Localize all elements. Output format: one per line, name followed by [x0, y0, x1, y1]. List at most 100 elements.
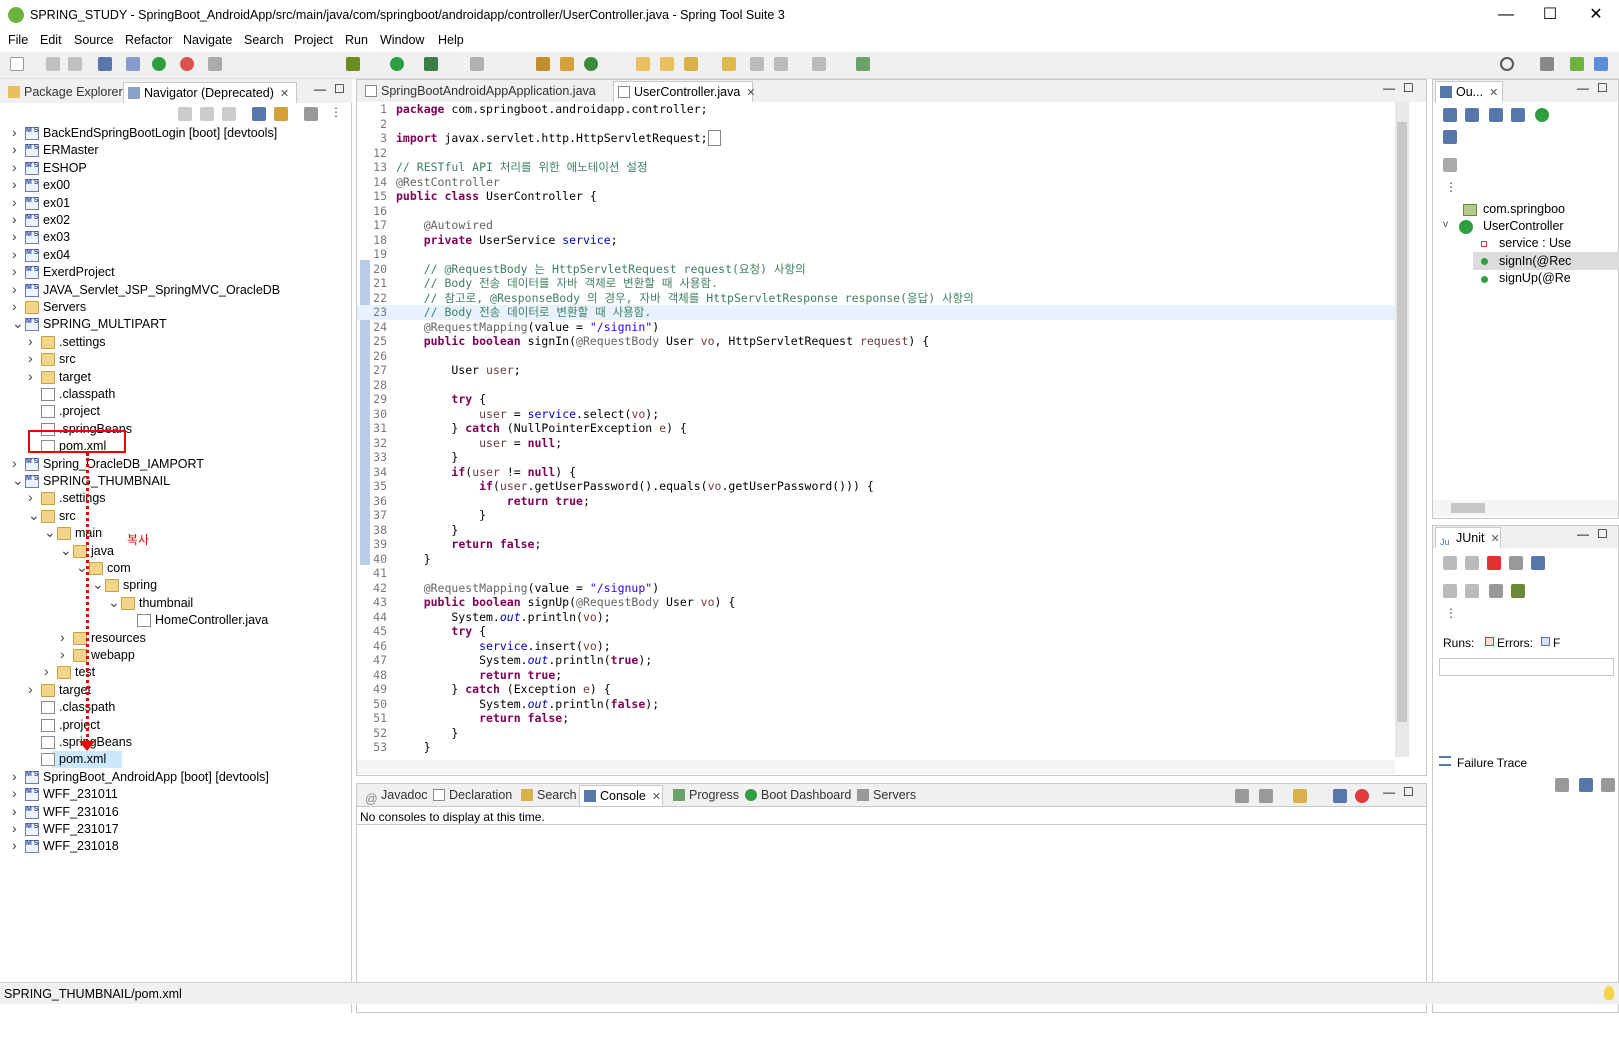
tab-outline[interactable]: Ou... ✕	[1435, 81, 1503, 102]
code-line[interactable]: 43 public boolean signUp(@RequestBody Us…	[357, 595, 1397, 610]
clear-console-icon[interactable]	[1355, 789, 1369, 803]
prev-failure-icon[interactable]	[1465, 556, 1479, 570]
chevron-right-icon[interactable]: ›	[28, 490, 38, 505]
chevron-down-icon[interactable]: ⌄	[108, 594, 120, 610]
code-line[interactable]: 15 public class UserController {	[357, 189, 1397, 204]
tree-item[interactable]: ⌄ thumbnail	[0, 594, 350, 612]
code-editor[interactable]: SpringBootAndroidAppApplication.java Use…	[356, 79, 1427, 776]
outline-hscroll[interactable]	[1433, 500, 1618, 516]
outline-class[interactable]: UserController	[1483, 219, 1564, 233]
horizontal-scrollbar[interactable]	[357, 760, 1395, 774]
code-line[interactable]: 48 return true;	[357, 668, 1397, 683]
maximize-outline-icon[interactable]: ☐	[1597, 81, 1608, 95]
code-line[interactable]: 31 } catch (NullPointerException e) {	[357, 421, 1397, 436]
code-line[interactable]: 45 try {	[357, 624, 1397, 639]
close-tab-icon[interactable]: ✕	[280, 88, 289, 100]
tab-springbootandroidappapplication[interactable]: SpringBootAndroidAppApplication.java	[361, 81, 596, 102]
code-line[interactable]: 29 try {	[357, 392, 1397, 407]
minimize-junit-icon[interactable]: —	[1577, 527, 1589, 541]
tree-item[interactable]: .springBeans	[0, 734, 350, 751]
terminal-icon[interactable]	[98, 57, 112, 71]
tree-item[interactable]: › resources	[0, 629, 350, 647]
tree-item[interactable]: › M S ex04	[0, 246, 350, 264]
chevron-right-icon[interactable]: ›	[28, 333, 38, 349]
minimize-console-icon[interactable]: —	[1383, 785, 1395, 799]
nav-up-icon[interactable]	[222, 107, 236, 121]
open-task-icon[interactable]	[722, 57, 736, 71]
maximize-editor-icon[interactable]: ☐	[1403, 81, 1414, 95]
chevron-right-icon[interactable]: ›	[44, 664, 54, 679]
tree-item[interactable]: .project	[0, 717, 350, 734]
copy-trace-icon[interactable]	[1601, 778, 1615, 792]
maximize-button[interactable]: ☐	[1530, 4, 1570, 28]
tree-item[interactable]: › M S Spring_OracleDB_IAMPORT	[0, 455, 350, 473]
hide-nonpublic-icon[interactable]	[1535, 108, 1549, 122]
collapse-all-icon[interactable]	[252, 107, 266, 121]
scroll-lock-icon[interactable]	[1509, 556, 1523, 570]
tree-item[interactable]: › .settings	[0, 490, 350, 507]
chevron-right-icon[interactable]: ›	[12, 212, 22, 227]
tree-item[interactable]: .classpath	[0, 386, 350, 403]
save-all-icon[interactable]	[68, 57, 82, 71]
new-java-project-icon[interactable]	[536, 57, 550, 71]
toggle-icon[interactable]	[208, 57, 222, 71]
menu-project[interactable]: Project	[294, 33, 333, 47]
chevron-right-icon[interactable]: ›	[28, 681, 38, 697]
open-console-icon[interactable]	[1293, 789, 1307, 803]
code-line[interactable]: 24 @RequestMapping(value = "/signin")	[357, 320, 1397, 335]
code-line[interactable]: 34 if(user != null) {	[357, 465, 1397, 480]
menu-source[interactable]: Source	[74, 33, 114, 47]
code-line[interactable]: 46 service.insert(vo);	[357, 639, 1397, 654]
open-resource-icon[interactable]	[660, 57, 674, 71]
close-tab-icon[interactable]: ✕	[1490, 533, 1499, 545]
tree-item[interactable]: › target	[0, 681, 350, 699]
chevron-down-icon[interactable]: ⌄	[12, 316, 24, 331]
tree-item[interactable]: › Servers	[0, 299, 350, 316]
outline-member-service[interactable]: service : Use	[1499, 236, 1571, 250]
vertical-scrollbar[interactable]	[1395, 102, 1409, 757]
code-line[interactable]: 17 @Autowired	[357, 218, 1397, 233]
tree-item[interactable]: ⌄ M S SPRING_MULTIPART	[0, 316, 350, 333]
code-line[interactable]: 22 // 참고로, @ResponseBody 의 경우, 자바 객체를 Ht…	[357, 291, 1397, 306]
hide-local-types-icon[interactable]	[1443, 130, 1457, 144]
menu-file[interactable]: File	[8, 33, 28, 47]
tree-item[interactable]: › src	[0, 351, 350, 368]
view-menu-icon[interactable]: ⋮	[330, 105, 342, 119]
search-tool-icon[interactable]	[684, 57, 698, 71]
tree-item[interactable]: ⌄ java	[0, 542, 350, 560]
tree-item[interactable]: › M S ERMaster	[0, 142, 350, 159]
outline-package[interactable]: com.springboo	[1483, 202, 1565, 216]
coverage-icon[interactable]	[424, 57, 438, 71]
copy-console-icon[interactable]	[1333, 789, 1347, 803]
close-tab-icon[interactable]: ✕	[652, 791, 661, 803]
menu-edit[interactable]: Edit	[40, 33, 62, 47]
chevron-right-icon[interactable]: ›	[12, 177, 22, 192]
close-button[interactable]: ✕	[1576, 4, 1616, 28]
code-line[interactable]: 39 return false;	[357, 537, 1397, 552]
nav-forward-icon[interactable]	[200, 107, 214, 121]
layout-icon[interactable]	[1531, 556, 1545, 570]
filter-icon[interactable]	[304, 107, 318, 121]
code-line[interactable]: 21 // Body 전송 데이터를 자바 객체로 변환할 때 사용함.	[357, 276, 1397, 291]
chevron-right-icon[interactable]: ›	[28, 368, 38, 384]
tree-item[interactable]: › M S ExerdProject	[0, 264, 350, 281]
tree-item[interactable]: › M S SpringBoot_AndroidApp [boot] [devtoo…	[0, 768, 350, 786]
tree-item[interactable]: › webapp	[0, 647, 350, 664]
minimize-button[interactable]: —	[1486, 4, 1526, 28]
code-line[interactable]: 33 }	[357, 450, 1397, 465]
forward-icon[interactable]	[812, 57, 826, 71]
outline-menu-icon[interactable]: ⋮	[1445, 180, 1457, 194]
rerun-failed-icon[interactable]	[1465, 584, 1479, 598]
chevron-right-icon[interactable]: ›	[12, 142, 22, 157]
code-line[interactable]: 52 }	[357, 726, 1397, 741]
show-failures-icon[interactable]	[1487, 556, 1501, 570]
tree-item[interactable]: pom.xml	[0, 751, 350, 769]
chevron-right-icon[interactable]: ›	[28, 351, 38, 366]
tree-item[interactable]: › M S BackEndSpringBootLogin [boot] [devto…	[0, 125, 350, 142]
code-line[interactable]: 51 return false;	[357, 711, 1397, 726]
filter-trace-icon[interactable]	[1555, 778, 1569, 792]
skip-breakpoints-icon[interactable]	[126, 57, 140, 71]
chevron-right-icon[interactable]: ›	[60, 629, 70, 645]
chevron-right-icon[interactable]: ›	[12, 768, 22, 784]
tree-item[interactable]: › M S WFF_231016	[0, 803, 350, 821]
